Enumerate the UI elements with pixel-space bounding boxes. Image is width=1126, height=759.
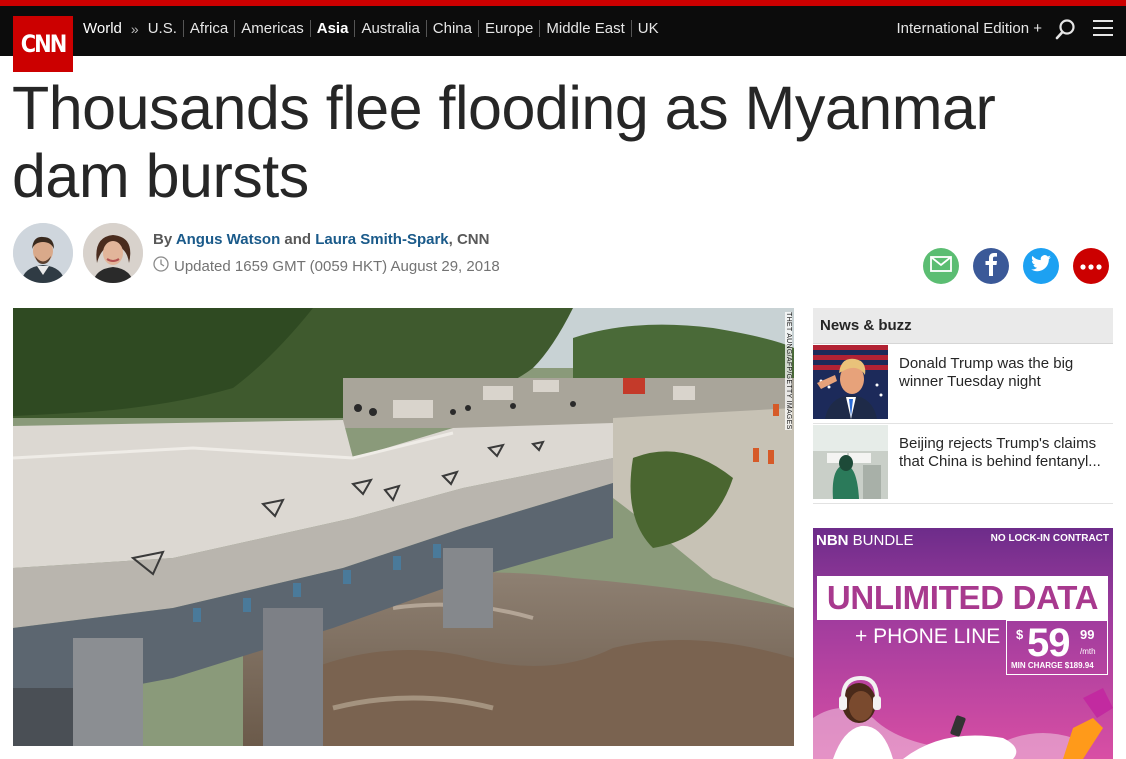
nav-item-africa[interactable]: Africa xyxy=(182,20,234,37)
nav-item-asia[interactable]: Asia xyxy=(309,20,355,37)
author-link-angus-watson[interactable]: Angus Watson xyxy=(176,231,280,248)
search-icon[interactable] xyxy=(1055,18,1077,42)
cnn-logo[interactable]: CNN xyxy=(13,16,73,72)
ad-brand: NBN BUNDLE xyxy=(816,532,914,549)
news-buzz-item[interactable]: Beijing rejects Trump's claims that Chin… xyxy=(813,425,1113,504)
author-link-laura-smith-spark[interactable]: Laura Smith-Spark xyxy=(315,231,448,248)
news-thumbnail-trump[interactable] xyxy=(813,345,888,419)
facebook-icon xyxy=(984,252,998,281)
share-twitter-button[interactable] xyxy=(1023,248,1059,284)
nav-item-us[interactable]: U.S. xyxy=(148,20,183,37)
news-buzz-heading: News & buzz xyxy=(813,308,1113,344)
share-email-button[interactable] xyxy=(923,248,959,284)
author-avatar-laura-smith-spark[interactable] xyxy=(83,223,143,283)
twitter-icon xyxy=(1030,254,1052,278)
byline-by: By xyxy=(153,231,173,248)
nav-world[interactable]: World xyxy=(83,20,122,37)
ad-phone-line: + PHONE LINE xyxy=(855,625,1001,648)
top-nav: CNN World » U.S. Africa Americas Asia Au… xyxy=(0,0,1126,72)
nav-item-uk[interactable]: UK xyxy=(630,20,665,37)
ad-price-cents: 99 xyxy=(1080,627,1095,642)
hamburger-menu-icon[interactable] xyxy=(1093,20,1113,38)
more-icon xyxy=(1080,257,1102,275)
ad-headline: UNLIMITED DATA xyxy=(826,579,1099,616)
nav-item-middle-east[interactable]: Middle East xyxy=(539,20,630,37)
news-buzz-item[interactable]: Donald Trump was the big winner Tuesday … xyxy=(813,345,1113,424)
nav-item-americas[interactable]: Americas xyxy=(234,20,310,37)
article-headline: Thousands flee flooding as Myanmar dam b… xyxy=(12,74,996,210)
breadcrumb-separator: » xyxy=(130,20,139,37)
ad-brand-bold: NBN xyxy=(816,532,849,549)
share-facebook-button[interactable] xyxy=(973,248,1009,284)
ad-headline-box: UNLIMITED DATA xyxy=(817,576,1108,620)
image-credit: THET AUNG/AFP/GETTY IMAGES xyxy=(785,312,792,430)
byline-and: and xyxy=(284,231,312,248)
ad-price-per: /mth xyxy=(1080,647,1096,656)
news-buzz-headline[interactable]: Beijing rejects Trump's claims that Chin… xyxy=(899,435,1104,471)
ad-price-dollar: $ xyxy=(1016,627,1024,642)
news-buzz-headline[interactable]: Donald Trump was the big winner Tuesday … xyxy=(899,355,1104,391)
byline-outlet: , CNN xyxy=(448,231,490,248)
share-more-button[interactable] xyxy=(1073,248,1109,284)
nav-item-australia[interactable]: Australia xyxy=(354,20,425,37)
nbn-bundle-advertisement[interactable]: NBN BUNDLE NO LOCK-IN CONTRACT UNLIMITED… xyxy=(813,528,1113,759)
edition-picker[interactable]: International Edition + xyxy=(896,20,1042,37)
ad-no-lock-in: NO LOCK-IN CONTRACT xyxy=(990,533,1109,544)
ad-person-image xyxy=(813,658,1113,759)
nav-item-europe[interactable]: Europe xyxy=(478,20,539,37)
updated-timestamp: Updated 1659 GMT (0059 HKT) August 29, 2… xyxy=(153,256,500,276)
email-icon xyxy=(930,255,952,277)
hero-image-broken-bridge[interactable]: . THET AUNG/AFP/GETTY IMAGES xyxy=(13,308,794,746)
clock-icon xyxy=(153,256,169,276)
section-nav: World » U.S. Africa Americas Asia Austra… xyxy=(83,20,665,37)
ad-brand-rest: BUNDLE xyxy=(848,532,914,549)
author-avatar-angus-watson[interactable] xyxy=(13,223,73,283)
nav-item-china[interactable]: China xyxy=(425,20,478,37)
byline: By Angus Watson and Laura Smith-Spark, C… xyxy=(153,231,489,248)
updated-text: Updated 1659 GMT (0059 HKT) August 29, 2… xyxy=(174,257,500,275)
news-thumbnail-fentanyl[interactable] xyxy=(813,425,888,499)
